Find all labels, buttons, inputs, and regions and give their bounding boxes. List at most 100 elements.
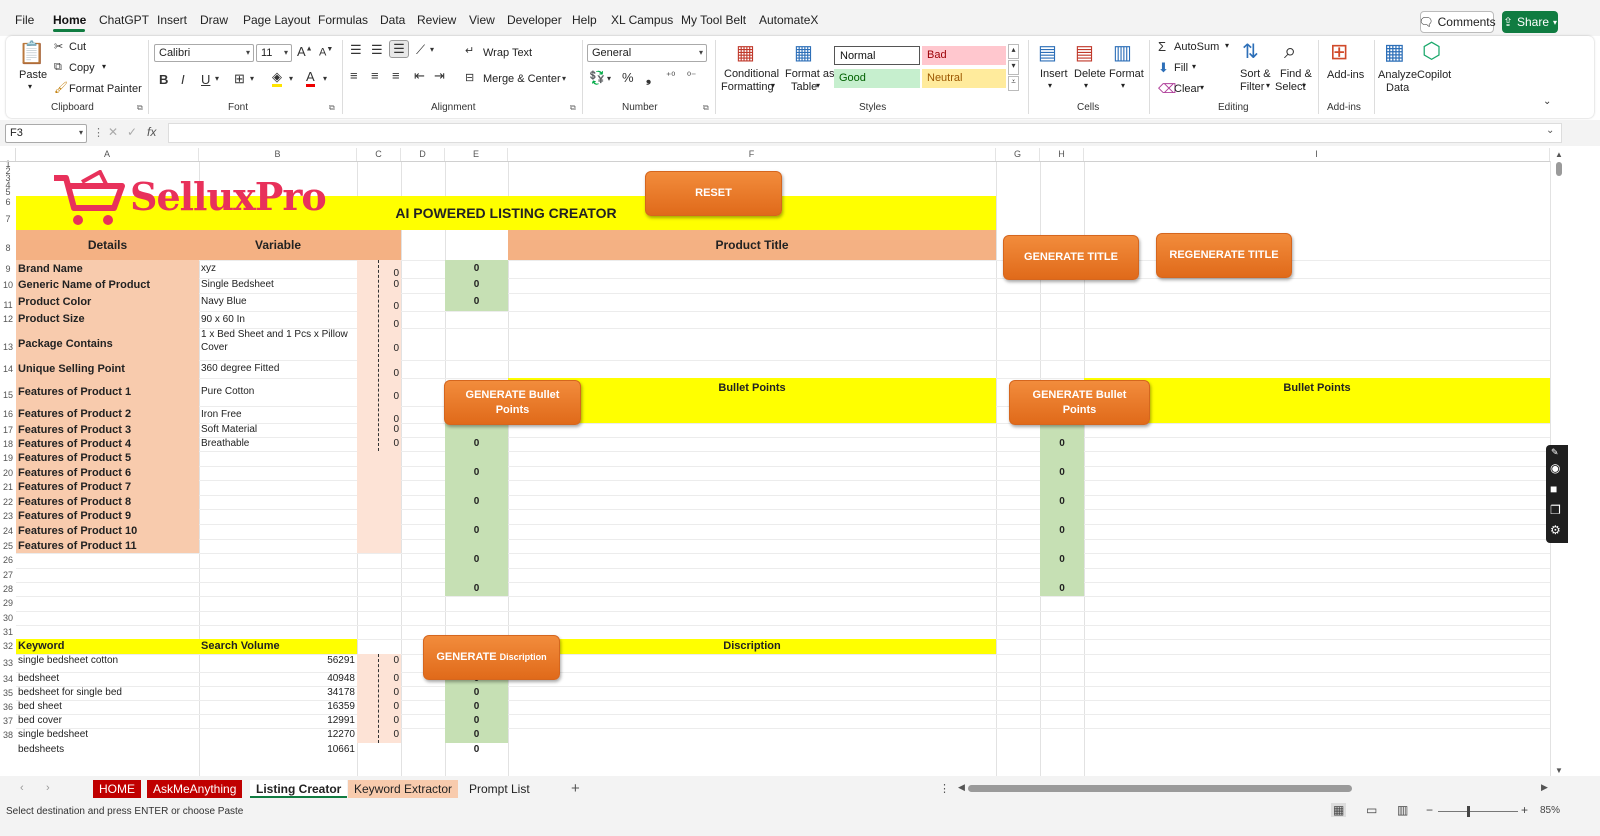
font-color-icon[interactable]: A	[306, 70, 315, 87]
detail-label[interactable]: Features of Product 7	[18, 480, 197, 495]
sort-filter-label-2[interactable]: Filter	[1240, 81, 1264, 93]
row-header[interactable]: 5	[0, 188, 16, 197]
detail-c-value[interactable]: 0	[359, 360, 399, 378]
row-header[interactable]: 33	[0, 654, 16, 672]
bullet-output-value[interactable]: 0	[447, 437, 506, 451]
keyword-c-value[interactable]: 0	[359, 654, 399, 672]
add-sheet-icon[interactable]: +	[571, 780, 580, 797]
camera-icon[interactable]: ◉	[1550, 461, 1560, 475]
row-header[interactable]: 32	[0, 639, 16, 654]
detail-label[interactable]: Features of Product 9	[18, 509, 197, 524]
column-header[interactable]: A	[16, 148, 199, 161]
clear-button[interactable]: Clear	[1174, 83, 1200, 95]
search-volume-cell[interactable]: 16359	[201, 700, 355, 714]
row-header[interactable]: 22	[0, 495, 16, 509]
clear-chevron-icon[interactable]: ▾	[1200, 83, 1204, 92]
menu-formulas[interactable]: Formulas	[318, 13, 368, 27]
bullet-output-value-2[interactable]: 0	[1042, 437, 1082, 451]
scroll-up-icon[interactable]: ▲	[1555, 150, 1563, 159]
row-header[interactable]: 13	[0, 328, 16, 360]
detail-value[interactable]	[201, 509, 355, 524]
row-header[interactable]: 24	[0, 524, 16, 539]
reset-button[interactable]: RESET	[645, 171, 782, 216]
expand-formula-icon[interactable]: ⌄	[1546, 125, 1554, 136]
desc-output-value[interactable]: 0	[447, 686, 506, 700]
borders-chevron-icon[interactable]: ▾	[250, 74, 254, 83]
search-volume-cell[interactable]: 10661	[201, 743, 355, 757]
underline-chevron-icon[interactable]: ▾	[215, 74, 219, 83]
menu-page-layout[interactable]: Page Layout	[243, 13, 310, 27]
scroll-left-icon[interactable]: ◀	[958, 782, 965, 793]
row-header[interactable]: 11	[0, 293, 16, 311]
detail-c-value[interactable]: 0	[359, 437, 399, 451]
insert-chevron-icon[interactable]: ▾	[1048, 81, 1052, 90]
sort-filter-label-1[interactable]: Sort &	[1240, 68, 1271, 80]
row-header[interactable]: 38	[0, 728, 16, 743]
detail-value[interactable]	[201, 480, 355, 495]
copilot-button[interactable]: Copilot	[1417, 69, 1451, 81]
orientation-chevron-icon[interactable]: ▾	[430, 45, 434, 54]
detail-c-value[interactable]: 0	[359, 406, 399, 423]
search-volume-cell[interactable]: 12270	[201, 728, 355, 743]
row-header[interactable]: 30	[0, 611, 16, 625]
title-output-value[interactable]: 0	[447, 278, 506, 293]
column-header[interactable]: H	[1040, 148, 1084, 161]
column-header[interactable]: G	[996, 148, 1040, 161]
detail-label[interactable]: Features of Product 10	[18, 524, 197, 539]
sheet-tab[interactable]: AskMeAnything	[147, 780, 243, 798]
column-header[interactable]: I	[1084, 148, 1550, 161]
find-chevron-icon[interactable]: ▾	[1302, 81, 1306, 90]
keyword-c-value[interactable]: 0	[359, 700, 399, 714]
row-header[interactable]: 19	[0, 451, 16, 466]
next-sheet-icon[interactable]: ›	[46, 782, 50, 794]
column-header[interactable]: C	[357, 148, 401, 161]
menu-insert[interactable]: Insert	[157, 13, 187, 27]
page-layout-view-icon[interactable]: ▭	[1366, 803, 1377, 817]
delete-chevron-icon[interactable]: ▾	[1084, 81, 1088, 90]
detail-value[interactable]: 1 x Bed Sheet and 1 Pcs x Pillow Cover	[201, 328, 355, 360]
row-header[interactable]: 16	[0, 406, 16, 423]
title-output-value[interactable]: 0	[447, 293, 506, 311]
menu-xl-campus[interactable]: XL Campus	[611, 13, 673, 27]
merge-chevron-icon[interactable]: ▾	[562, 74, 566, 83]
row-header[interactable]: 31	[0, 625, 16, 639]
zoom-out-icon[interactable]: −	[1426, 803, 1433, 817]
detail-label[interactable]: Features of Product 4	[18, 437, 197, 451]
menu-home[interactable]: Home	[53, 13, 86, 27]
borders-icon[interactable]: ⊞	[234, 71, 245, 87]
autosum-button[interactable]: AutoSum	[1174, 41, 1219, 53]
vertical-scrollbar-thumb[interactable]	[1556, 162, 1562, 176]
conditional-chevron-icon[interactable]: ▾	[771, 81, 775, 90]
detail-label[interactable]: Features of Product 8	[18, 495, 197, 509]
row-header[interactable]: 14	[0, 360, 16, 378]
bold-icon[interactable]: B	[159, 72, 168, 87]
analyze-data-label-1[interactable]: Analyze	[1378, 69, 1417, 81]
row-header[interactable]: 12	[0, 311, 16, 328]
detail-label[interactable]: Features of Product 5	[18, 451, 197, 466]
sort-chevron-icon[interactable]: ▾	[1266, 81, 1270, 90]
search-volume-cell[interactable]: 34178	[201, 686, 355, 700]
align-center-icon[interactable]: ≡	[371, 68, 379, 83]
normal-view-icon[interactable]: ▦	[1331, 803, 1347, 817]
row-header[interactable]: 15	[0, 378, 16, 406]
clipboard-launcher-icon[interactable]: ⧉	[137, 103, 143, 113]
keyword-header[interactable]: Keyword	[18, 639, 197, 654]
sheet-tab[interactable]: Listing Creator	[250, 780, 348, 798]
sheet-tab[interactable]: Prompt List	[463, 780, 536, 798]
align-top-icon[interactable]: ☰	[350, 42, 362, 58]
product-title-header[interactable]: Product Title	[510, 230, 994, 260]
decrease-decimal-icon[interactable]: ⁰⁻	[687, 71, 696, 82]
zoom-in-icon[interactable]: +	[1521, 803, 1528, 817]
comma-icon[interactable]: ❟	[646, 70, 651, 86]
paste-chevron-icon[interactable]: ▾	[28, 82, 32, 91]
bullet-output-value-2[interactable]: 0	[1042, 466, 1082, 480]
bullet-output-value-2[interactable]: 0	[1042, 524, 1082, 539]
gear-icon[interactable]: ⚙	[1550, 523, 1561, 537]
menu-draw[interactable]: Draw	[200, 13, 228, 27]
row-header[interactable]: 17	[0, 423, 16, 437]
fill-color-icon[interactable]: ◈	[272, 70, 282, 87]
format-chevron-icon[interactable]: ▾	[1121, 81, 1125, 90]
increase-font-icon[interactable]: A▲	[297, 44, 313, 59]
align-left-icon[interactable]: ≡	[350, 68, 358, 83]
detail-label[interactable]: Product Size	[18, 311, 197, 328]
